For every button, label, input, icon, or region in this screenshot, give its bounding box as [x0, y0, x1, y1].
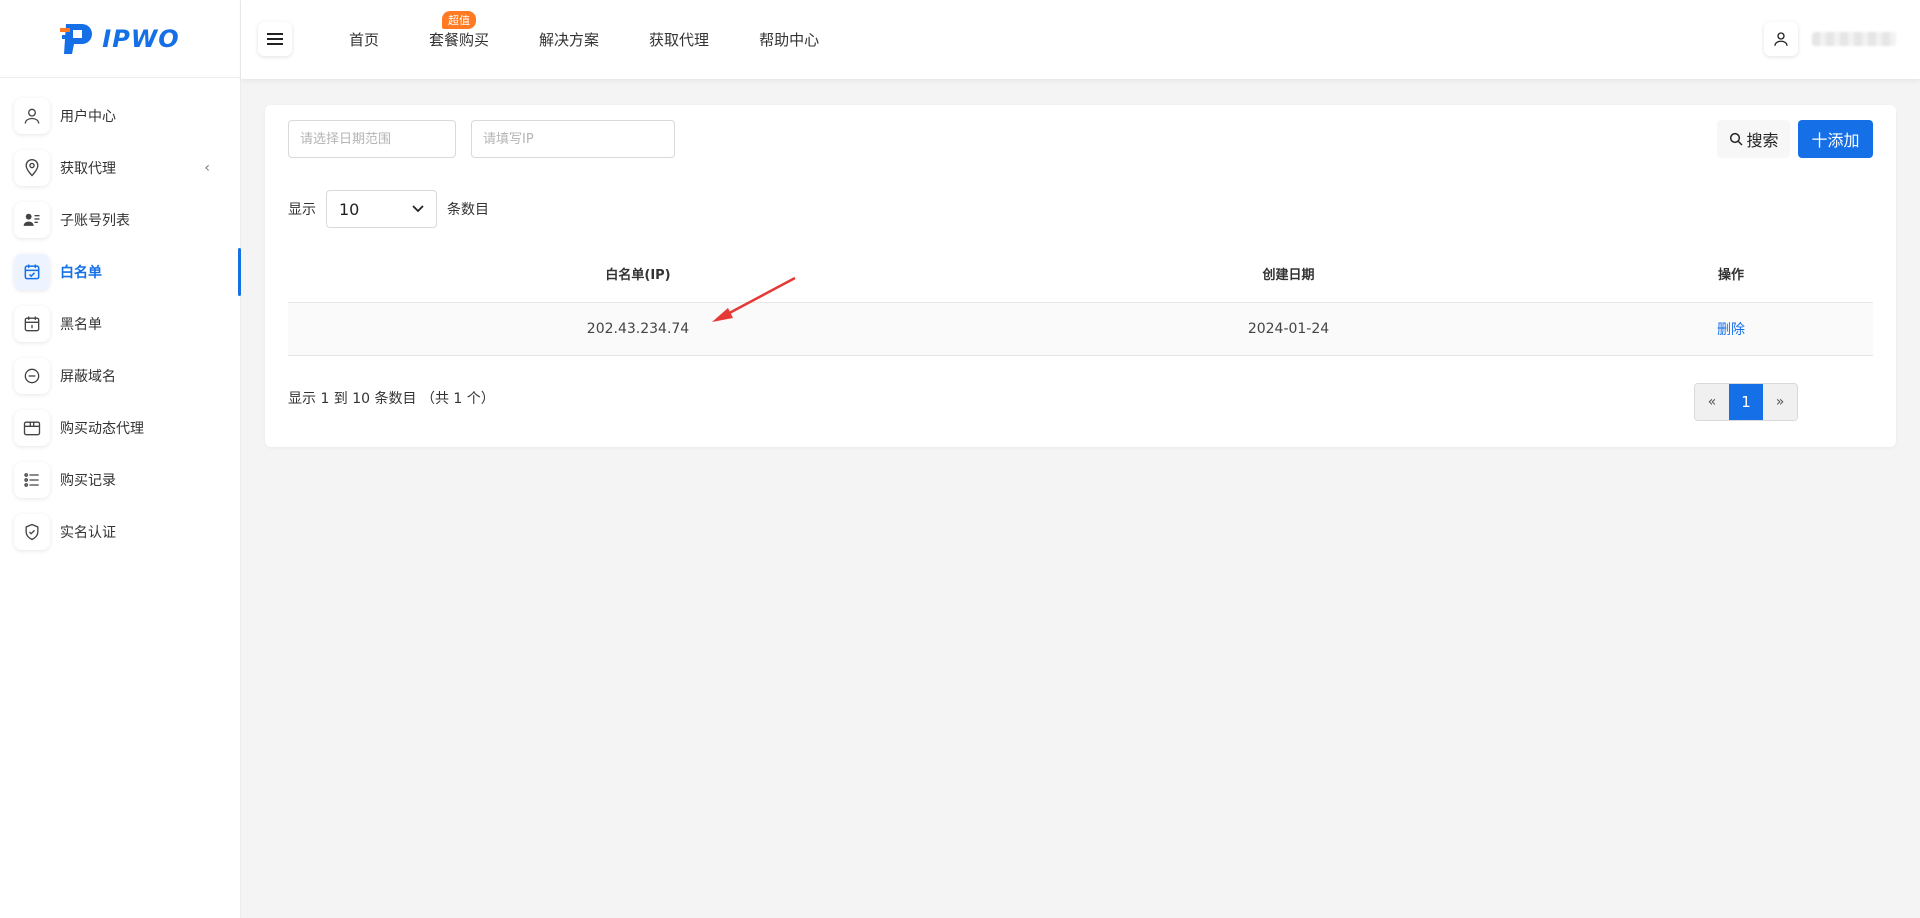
- chevron-down-icon: [412, 205, 424, 213]
- logo[interactable]: IPWO: [0, 0, 240, 78]
- page-1-button[interactable]: 1: [1729, 384, 1763, 420]
- topnav-help-center[interactable]: 帮助中心: [759, 29, 819, 50]
- brand-name: IPWO: [102, 24, 180, 53]
- hamburger-icon: [267, 33, 283, 45]
- whitelist-table: 白名单(IP) 创建日期 操作 202.43.234.74 2024-01-24…: [288, 245, 1873, 356]
- table-header: 白名单(IP) 创建日期 操作: [288, 245, 1873, 303]
- prev-page-button[interactable]: «: [1695, 384, 1729, 420]
- hamburger-menu-button[interactable]: [258, 22, 292, 56]
- topnav-get-proxy[interactable]: 获取代理: [649, 29, 709, 50]
- user-menu[interactable]: [1764, 22, 1896, 56]
- logo-mark: IPWO: [60, 22, 179, 56]
- list-icon: [14, 462, 50, 498]
- page-size-select[interactable]: 10: [326, 190, 437, 228]
- sidebar-item-blocked-domains[interactable]: 屏蔽域名: [0, 350, 240, 402]
- location-pin-icon: [14, 150, 50, 186]
- sidebar-item-sub-accounts[interactable]: 子账号列表: [0, 194, 240, 246]
- minus-circle-icon: [14, 358, 50, 394]
- sidebar-item-label: 购买记录: [60, 473, 116, 489]
- sidebar-item-label: 子账号列表: [60, 213, 130, 229]
- sidebar: IPWO 用户中心 获取代理 ‹ 子账号列表 白名单 黑名单 屏蔽域名 购买动态…: [0, 0, 241, 918]
- sidebar-item-label: 实名认证: [60, 525, 116, 541]
- next-page-button[interactable]: »: [1763, 384, 1797, 420]
- column-header-created-date[interactable]: 创建日期: [988, 264, 1589, 283]
- sidebar-item-label: 白名单: [60, 265, 102, 281]
- box-icon: [14, 410, 50, 446]
- user-list-icon: [14, 202, 50, 238]
- logo-icon: [60, 23, 93, 54]
- page-size-row: 显示 10 条数目: [288, 190, 489, 228]
- topnav-solutions[interactable]: 解决方案: [539, 29, 599, 50]
- user-avatar[interactable]: [1764, 22, 1798, 56]
- sidebar-item-real-name-auth[interactable]: 实名认证: [0, 506, 240, 558]
- sidebar-item-label: 黑名单: [60, 317, 102, 333]
- delete-link[interactable]: 删除: [1717, 322, 1745, 338]
- sidebar-item-label: 获取代理: [60, 161, 116, 177]
- column-header-actions: 操作: [1717, 268, 1744, 283]
- sidebar-item-buy-dynamic-proxy[interactable]: 购买动态代理: [0, 402, 240, 454]
- user-name-redacted: [1812, 32, 1896, 46]
- top-header: 首页 超值 套餐购买 解决方案 获取代理 帮助中心: [241, 0, 1920, 79]
- date-range-input[interactable]: [288, 120, 456, 158]
- topnav-home[interactable]: 首页: [349, 29, 379, 50]
- sidebar-item-purchase-records[interactable]: 购买记录: [0, 454, 240, 506]
- shield-check-icon: [14, 514, 50, 550]
- page-size-prefix: 显示: [288, 202, 316, 218]
- cell-created-date: 2024-01-24: [1247, 321, 1330, 337]
- sidebar-item-label: 用户中心: [60, 109, 116, 125]
- chevron-left-icon[interactable]: ‹: [204, 160, 210, 176]
- calendar-icon: [14, 306, 50, 342]
- search-button-label: 搜索: [1746, 131, 1779, 150]
- topnav-package-purchase[interactable]: 超值 套餐购买: [429, 11, 490, 50]
- pagination-info: 显示 1 到 10 条数目 （共 1 个）: [288, 391, 495, 407]
- top-nav: 首页 超值 套餐购买 解决方案 获取代理 帮助中心: [349, 0, 869, 79]
- sidebar-item-blacklist[interactable]: 黑名单: [0, 298, 240, 350]
- search-icon: [1730, 132, 1744, 146]
- sidebar-nav: 用户中心 获取代理 ‹ 子账号列表 白名单 黑名单 屏蔽域名 购买动态代理 购买…: [0, 78, 241, 558]
- sidebar-item-get-proxy[interactable]: 获取代理 ‹: [0, 142, 240, 194]
- add-button[interactable]: 十添加: [1798, 120, 1873, 158]
- search-button[interactable]: 搜索: [1717, 120, 1790, 158]
- calendar-check-icon: [14, 254, 50, 290]
- sidebar-item-label: 购买动态代理: [60, 421, 144, 437]
- user-icon: [14, 98, 50, 134]
- sidebar-item-whitelist[interactable]: 白名单: [0, 246, 241, 298]
- user-icon: [1774, 32, 1788, 46]
- sidebar-item-label: 屏蔽域名: [60, 369, 116, 385]
- page-size-value: 10: [339, 199, 360, 219]
- page-size-suffix: 条数目: [447, 202, 489, 218]
- whitelist-card: 搜索 十添加 显示 10 条数目 白名单(IP) 创建日期 操作 202.43.…: [265, 105, 1896, 447]
- cell-actions: 删除: [1589, 319, 1873, 339]
- table-row: 202.43.234.74 2024-01-24 删除: [288, 303, 1873, 356]
- cell-ip: 202.43.234.74: [586, 321, 690, 337]
- column-header-ip[interactable]: 白名单(IP): [288, 264, 988, 283]
- ip-input[interactable]: [471, 120, 675, 158]
- sidebar-item-user-center[interactable]: 用户中心: [0, 90, 240, 142]
- value-badge: 超值: [442, 11, 477, 29]
- topnav-label: 套餐购买: [429, 31, 490, 49]
- pagination: « 1 »: [1694, 383, 1798, 421]
